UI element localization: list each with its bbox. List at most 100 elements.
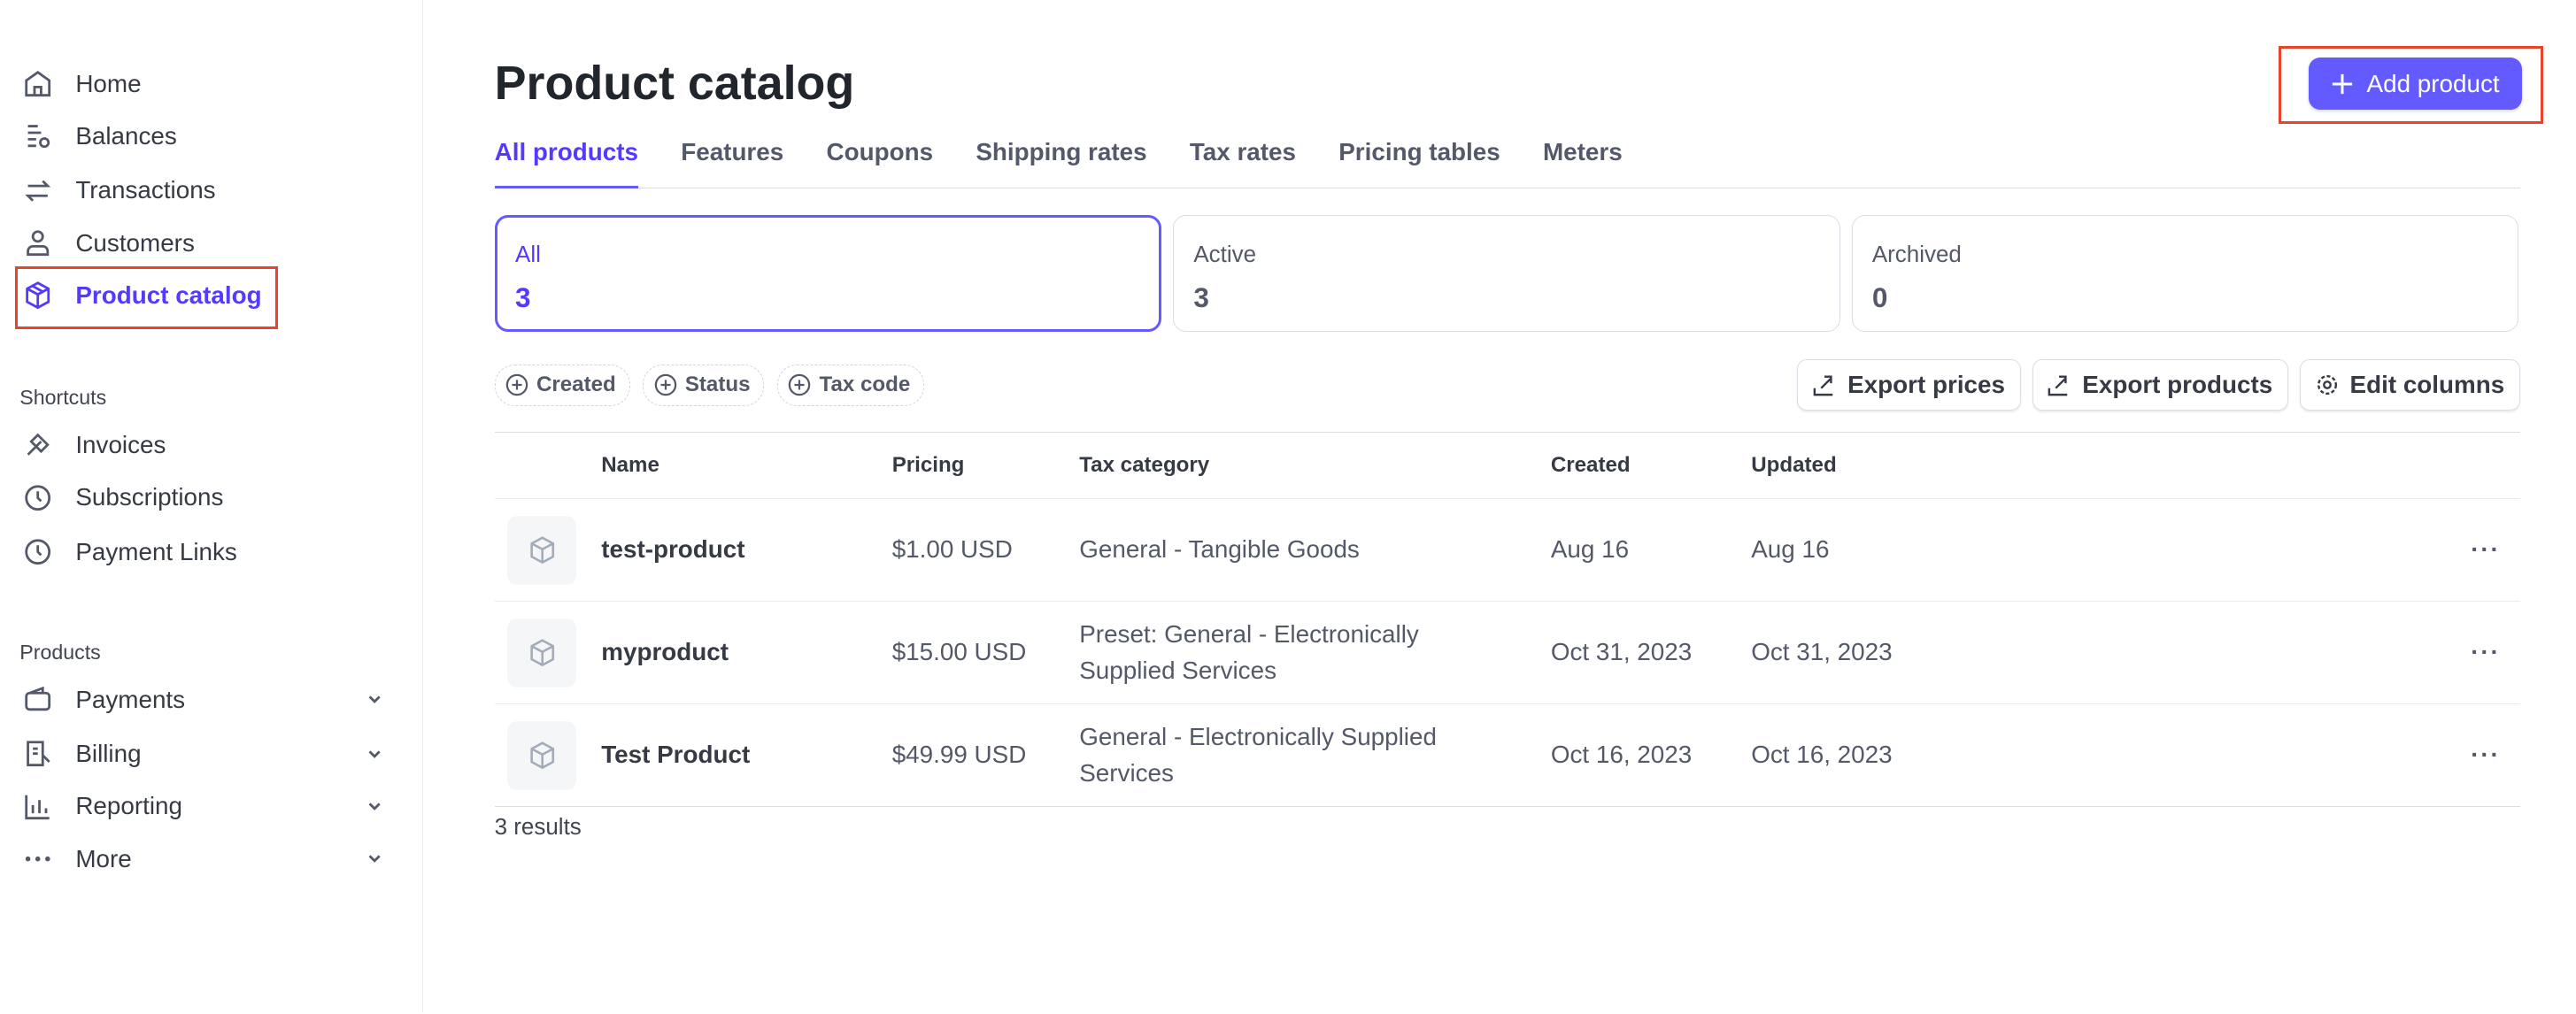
button-label: Export prices <box>1847 371 2005 399</box>
thumb-cell <box>494 498 600 603</box>
table-row[interactable]: test-product $1.00 USD General - Tangibl… <box>494 498 2520 603</box>
tab-all-products[interactable]: All products <box>494 138 639 189</box>
plus-circle-icon <box>789 374 811 396</box>
add-product-button[interactable]: Add product <box>2308 57 2522 111</box>
sidebar-item-product-catalog[interactable]: Product catalog <box>23 276 384 316</box>
page-title: Product catalog <box>494 57 855 111</box>
product-created: Aug 16 <box>1549 498 1750 603</box>
edit-columns-button[interactable]: Edit columns <box>2299 359 2520 411</box>
product-pricing: $15.00 USD <box>890 601 1078 705</box>
status-card-all[interactable]: All 3 <box>494 215 1162 332</box>
status-card-archived[interactable]: Archived 0 <box>1851 215 2519 332</box>
sidebar-item-label: Product catalog <box>75 281 262 310</box>
sidebar-item-label: More <box>75 844 132 872</box>
sidebar-item-label: Balances <box>75 122 177 150</box>
column-actions <box>2451 432 2520 500</box>
row-more-menu-icon[interactable]: ··· <box>2451 498 2520 603</box>
row-more-menu-icon[interactable]: ··· <box>2451 601 2520 705</box>
sidebar-item-balances[interactable]: Balances <box>23 117 384 157</box>
product-tax-category: Preset: General - Electronically Supplie… <box>1077 601 1549 705</box>
export-prices-button[interactable]: Export prices <box>1797 359 2021 411</box>
status-card-label: All <box>515 241 541 268</box>
sidebar-item-label: Payments <box>75 685 186 713</box>
sidebar-item-label: Reporting <box>75 792 182 820</box>
chart-icon <box>25 795 50 819</box>
tab-shipping-rates[interactable]: Shipping rates <box>976 138 1146 188</box>
sidebar-item-transactions[interactable]: Transactions <box>23 171 384 211</box>
sidebar-item-payments[interactable]: Payments <box>23 680 384 719</box>
tab-features[interactable]: Features <box>681 138 783 188</box>
table-row[interactable]: myproduct $15.00 USD Preset: General - E… <box>494 601 2520 705</box>
sidebar-item-payment-links[interactable]: Payment Links <box>23 532 384 572</box>
filter-created[interactable]: Created <box>494 365 630 406</box>
clock-icon <box>25 484 51 511</box>
transactions-icon <box>25 180 51 202</box>
product-pricing: $49.99 USD <box>890 703 1078 808</box>
filter-label: Tax code <box>819 373 911 397</box>
column-header-created[interactable]: Created <box>1549 432 1750 500</box>
product-name[interactable]: test-product <box>599 498 891 603</box>
product-name[interactable]: myproduct <box>599 601 891 705</box>
status-card-count: 0 <box>1871 280 1888 313</box>
tab-meters[interactable]: Meters <box>1543 138 1623 188</box>
sidebar-item-billing[interactable]: Billing <box>23 734 384 774</box>
sidebar-item-label: Invoices <box>75 430 166 458</box>
row-more-menu-icon[interactable]: ··· <box>2451 703 2520 808</box>
tax-category-text: Preset: General - Electronically Supplie… <box>1079 620 1419 684</box>
sidebar-item-subscriptions[interactable]: Subscriptions <box>23 478 384 518</box>
table-row[interactable]: Test Product $49.99 USD General - Electr… <box>494 703 2520 808</box>
column-thumb <box>494 432 600 500</box>
sidebar-item-invoices[interactable]: Invoices <box>23 426 384 465</box>
product-image <box>507 618 577 688</box>
billing-icon <box>27 741 50 767</box>
clock-icon <box>25 539 51 565</box>
tab-bar: All products Features Coupons Shipping r… <box>494 138 2520 189</box>
chevron-down-icon <box>368 803 381 810</box>
table-actions: Export prices Export products Edit colum… <box>1797 359 2520 411</box>
tab-tax-rates[interactable]: Tax rates <box>1190 138 1296 188</box>
export-products-button[interactable]: Export products <box>2032 359 2288 411</box>
product-created: Oct 16, 2023 <box>1549 703 1750 808</box>
tax-category-text: General - Tangible Goods <box>1079 535 1360 564</box>
shortcuts-heading: Shortcuts <box>19 386 107 410</box>
product-name[interactable]: Test Product <box>599 703 891 808</box>
gear-icon <box>2317 375 2337 396</box>
status-card-count: 3 <box>515 280 531 313</box>
product-image <box>507 515 577 585</box>
box-icon <box>530 741 554 770</box>
filter-status[interactable]: Status <box>643 365 765 406</box>
status-card-label: Archived <box>1871 240 1962 267</box>
invoice-icon <box>27 433 50 457</box>
plus-circle-icon <box>505 374 528 396</box>
button-label: Export products <box>2082 371 2273 399</box>
column-header-name[interactable]: Name <box>599 432 891 500</box>
export-icon <box>1813 375 1833 396</box>
column-header-updated[interactable]: Updated <box>1749 432 2452 500</box>
tax-category-text: General - Electronically Supplied Servic… <box>1079 723 1437 787</box>
column-header-pricing[interactable]: Pricing <box>890 432 1078 500</box>
box-icon <box>530 536 554 565</box>
chevron-down-icon <box>368 855 381 864</box>
chevron-down-icon <box>368 695 381 704</box>
box-icon <box>530 639 554 667</box>
sidebar: Home Balances Transactions Customers Pro… <box>0 0 423 1014</box>
sidebar-item-customers[interactable]: Customers <box>23 223 384 263</box>
filter-tax-code[interactable]: Tax code <box>777 365 925 406</box>
thumb-cell <box>494 703 600 808</box>
sidebar-item-home[interactable]: Home <box>23 64 384 104</box>
column-header-tax-category[interactable]: Tax category <box>1077 432 1549 500</box>
product-updated: Oct 31, 2023 <box>1749 601 2452 705</box>
plus-circle-icon <box>654 374 676 396</box>
sidebar-item-reporting[interactable]: Reporting <box>23 787 384 826</box>
sidebar-item-label: Payment Links <box>75 537 237 565</box>
tab-pricing-tables[interactable]: Pricing tables <box>1338 138 1500 188</box>
product-pricing: $1.00 USD <box>890 498 1078 603</box>
person-icon <box>27 230 50 257</box>
sidebar-item-more[interactable]: More <box>23 839 384 879</box>
status-card-active[interactable]: Active 3 <box>1173 215 1840 332</box>
status-card-label: Active <box>1193 240 1257 267</box>
sidebar-item-label: Subscriptions <box>75 483 224 511</box>
home-icon <box>25 70 51 97</box>
tab-coupons[interactable]: Coupons <box>826 138 933 188</box>
button-label: Edit columns <box>2349 371 2505 399</box>
